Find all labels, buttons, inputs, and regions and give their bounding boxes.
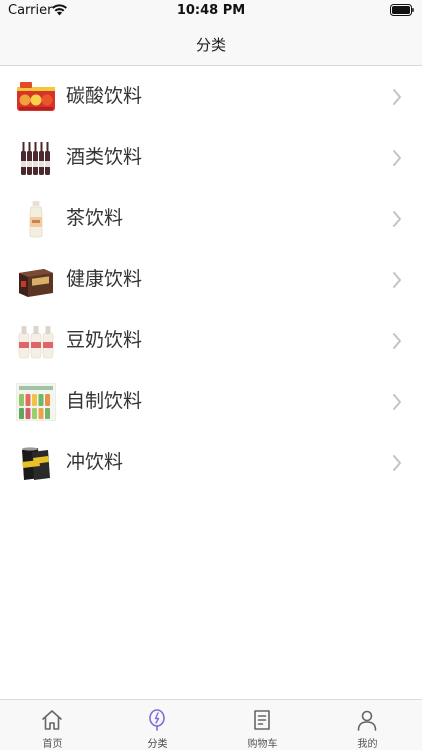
tab-category[interactable]: 分类 (105, 700, 210, 750)
tab-bar: 首页 分类 购物车 我的 (0, 699, 422, 750)
category-row-soy-milk[interactable]: 豆奶饮料 (0, 311, 422, 372)
home-icon (42, 710, 62, 730)
category-label: 碳酸饮料 (66, 85, 143, 107)
category-label: 豆奶饮料 (66, 329, 143, 351)
category-label: 酒类饮料 (66, 146, 143, 168)
category-label: 自制饮料 (66, 390, 143, 412)
status-time: 10:48 PM (176, 3, 246, 18)
cart-icon (254, 710, 270, 730)
carbonated-drinks-thumbnail (17, 82, 55, 111)
tea-bottle-thumbnail (29, 201, 43, 238)
category-label: 茶饮料 (66, 207, 124, 229)
health-drink-box-thumbnail (19, 269, 53, 297)
category-row-brewed[interactable]: 冲饮料 (0, 433, 422, 494)
category-icon (149, 709, 165, 731)
energy-drink-can-thumbnail (22, 447, 50, 480)
tab-label: 购物车 (247, 739, 278, 750)
soy-milk-bottles-thumbnail (18, 326, 54, 359)
category-row-homemade[interactable]: 自制饮料 (0, 372, 422, 433)
chevron-right-icon (393, 211, 401, 227)
category-row-carbonated[interactable]: 碳酸饮料 (0, 67, 422, 128)
status-bar: Carrier 10:48 PM (0, 0, 422, 22)
navigation-bar: 分类 (0, 22, 422, 66)
chevron-right-icon (393, 455, 401, 471)
category-row-alcohol[interactable]: 酒类饮料 (0, 128, 422, 189)
tab-home[interactable]: 首页 (0, 700, 105, 750)
chevron-right-icon (393, 150, 401, 166)
homemade-drinks-thumbnail (16, 383, 56, 421)
chevron-right-icon (393, 394, 401, 410)
category-list: 碳酸饮料 酒类饮料 茶饮料 健康饮料 豆奶饮料 自制饮料 冲饮料 (0, 67, 422, 494)
category-row-tea[interactable]: 茶饮料 (0, 189, 422, 250)
tab-cart[interactable]: 购物车 (210, 700, 315, 750)
tab-label: 分类 (147, 739, 168, 750)
chevron-right-icon (393, 333, 401, 349)
tab-label: 我的 (357, 739, 378, 750)
category-label: 冲饮料 (66, 451, 124, 473)
category-row-health[interactable]: 健康饮料 (0, 250, 422, 311)
battery-icon (390, 4, 414, 16)
chevron-right-icon (393, 272, 401, 288)
chevron-right-icon (393, 89, 401, 105)
page-title: 分类 (195, 36, 226, 54)
category-label: 健康饮料 (66, 268, 143, 290)
tab-profile[interactable]: 我的 (315, 700, 420, 750)
alcohol-bottles-thumbnail (21, 142, 50, 175)
tab-label: 首页 (42, 739, 63, 750)
profile-icon (357, 710, 377, 731)
